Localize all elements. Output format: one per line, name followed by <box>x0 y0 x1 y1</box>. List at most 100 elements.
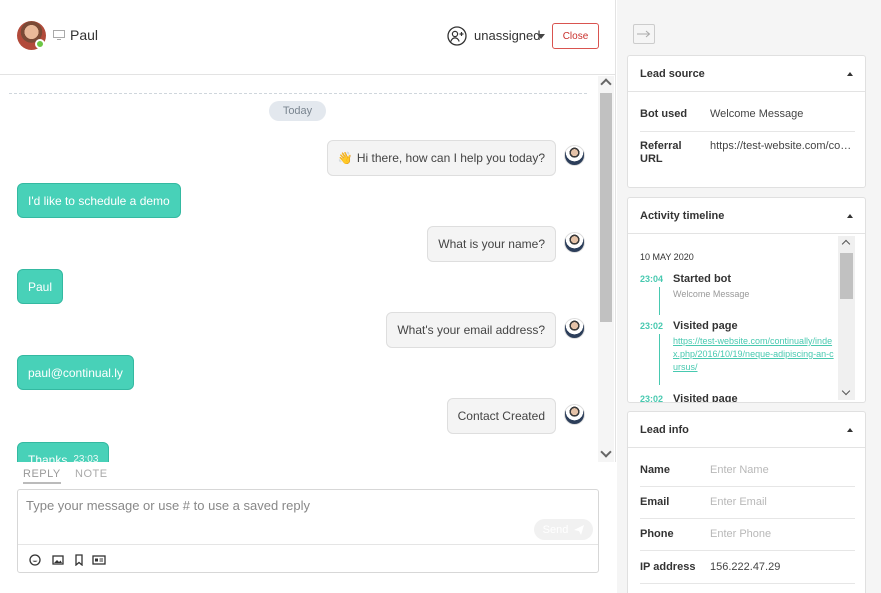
message-time: 23:03 <box>73 454 99 462</box>
bot-message: Contact Created <box>446 398 556 434</box>
bot-avatar <box>564 145 585 166</box>
arrow-right-icon <box>637 30 651 38</box>
user-message: Thanks 23:03 <box>17 442 110 463</box>
scroll-thumb[interactable] <box>840 253 853 299</box>
activity-timeline-card: Activity timeline 10 MAY 2020 23:04 Star… <box>627 197 866 403</box>
card-icon[interactable] <box>92 554 106 566</box>
scroll-down-icon[interactable] <box>600 446 612 458</box>
online-status-dot <box>35 39 45 49</box>
divider <box>640 550 855 551</box>
message-text: Contact Created <box>457 409 545 423</box>
chevron-up-icon[interactable] <box>847 214 853 218</box>
tab-reply[interactable]: REPLY <box>23 468 61 484</box>
ip-address-value: 156.222.47.29 <box>710 561 781 573</box>
collapse-sidebar-button[interactable] <box>633 24 655 44</box>
email-field[interactable]: Enter Email <box>710 496 855 509</box>
scroll-down-icon[interactable] <box>841 386 851 396</box>
app-window: Paul unassigned Close Today 👋 Hi there, … <box>0 0 881 593</box>
monitor-icon <box>53 30 65 40</box>
send-label: Send <box>542 523 569 536</box>
event-page-link[interactable]: https://test-website.com/continually/ind… <box>673 335 835 374</box>
bot-message: 👋 Hi there, how can I help you today? <box>326 140 556 176</box>
event-title: Started bot <box>673 273 732 285</box>
bot-message: What's your email address? <box>386 312 556 348</box>
chevron-down-icon[interactable] <box>537 34 545 39</box>
day-separator: Today <box>269 101 326 121</box>
activity-timeline-header[interactable]: Activity timeline <box>628 198 865 234</box>
event-detail: Welcome Message <box>673 289 750 299</box>
row-label: Phone <box>640 528 674 540</box>
lead-source-header[interactable]: Lead source <box>628 56 865 92</box>
row-label: Email <box>640 496 670 508</box>
message-text: paul@continual.ly <box>28 365 123 380</box>
reply-input[interactable]: Type your message or use # to use a save… <box>26 498 310 513</box>
bot-avatar <box>564 318 585 339</box>
phone-field[interactable]: Enter Phone <box>710 528 855 541</box>
composer-toolbar <box>18 544 598 573</box>
event-time: 23:02 <box>640 321 664 331</box>
message-text: What is your name? <box>438 237 545 251</box>
message-text: I'd like to schedule a demo <box>28 193 170 208</box>
divider <box>9 93 587 94</box>
event-title: Visited page <box>673 320 738 332</box>
timeline-scrollbar[interactable] <box>838 236 855 400</box>
event-time: 23:04 <box>640 274 664 284</box>
row-label: Bot used <box>640 108 688 120</box>
waving-hand-icon: 👋 <box>337 151 353 165</box>
bot-avatar <box>564 404 585 425</box>
lead-info-card: Lead info Name Enter Name Email Enter Em… <box>627 411 866 593</box>
bot-avatar <box>564 232 585 253</box>
message-text: Paul <box>28 279 53 294</box>
scroll-up-icon[interactable] <box>841 239 851 249</box>
row-label: IP address <box>640 561 696 573</box>
lead-info-header[interactable]: Lead info <box>628 412 865 448</box>
timeline-line <box>659 287 660 315</box>
message-scrollbar[interactable] <box>598 76 614 462</box>
lead-sidebar: Lead source Bot used Welcome Message Ref… <box>617 0 881 593</box>
message-text: What's your email address? <box>397 323 545 337</box>
row-value: Welcome Message <box>710 108 804 120</box>
message-text: Thanks <box>28 452 68 463</box>
scroll-thumb[interactable] <box>600 93 612 322</box>
user-message: paul@continual.ly <box>17 355 134 390</box>
chat-header: Paul unassigned Close <box>0 0 616 75</box>
paper-plane-icon <box>574 524 585 535</box>
close-conversation-button[interactable]: Close <box>552 23 599 49</box>
divider <box>640 486 855 487</box>
timeline-date: 10 MAY 2020 <box>640 252 694 262</box>
card-title: Activity timeline <box>640 210 725 222</box>
referral-url-value[interactable]: https://test-website.com/continually <box>710 140 855 153</box>
user-message: I'd like to schedule a demo <box>17 183 181 218</box>
scroll-up-icon[interactable] <box>600 78 612 90</box>
chevron-up-icon[interactable] <box>847 428 853 432</box>
bookmark-icon[interactable] <box>73 554 85 566</box>
user-message: Paul <box>17 269 64 304</box>
chevron-up-icon[interactable] <box>847 72 853 76</box>
timeline-line <box>659 334 660 385</box>
row-label: Name <box>640 464 670 476</box>
assign-user-icon[interactable] <box>447 26 467 46</box>
card-title: Lead info <box>640 424 689 436</box>
send-button[interactable]: Send <box>534 519 593 540</box>
timeline-scroll-area: 10 MAY 2020 23:04 Started bot Welcome Me… <box>628 235 865 402</box>
divider <box>640 131 855 132</box>
event-time: 23:02 <box>640 394 664 402</box>
name-field[interactable]: Enter Name <box>710 464 855 477</box>
reply-box: Type your message or use # to use a save… <box>17 489 599 573</box>
lead-source-card: Lead source Bot used Welcome Message Ref… <box>627 55 866 188</box>
divider <box>640 518 855 519</box>
row-label: Referral URL <box>640 140 682 165</box>
message-text: Hi there, how can I help you today? <box>356 151 545 165</box>
event-title: Visited page <box>673 393 738 402</box>
bot-message: What is your name? <box>427 226 556 262</box>
contact-name: Paul <box>70 27 99 43</box>
emoji-icon[interactable] <box>29 554 41 566</box>
card-title: Lead source <box>640 68 705 80</box>
message-list: Today 👋 Hi there, how can I help you tod… <box>0 76 598 462</box>
divider <box>640 583 855 584</box>
image-icon[interactable] <box>52 554 64 566</box>
composer: REPLY NOTE Type your message or use # to… <box>0 462 616 593</box>
assignee-dropdown[interactable]: unassigned <box>474 28 541 43</box>
chat-pane: Paul unassigned Close Today 👋 Hi there, … <box>0 0 616 593</box>
tab-note[interactable]: NOTE <box>75 468 108 480</box>
